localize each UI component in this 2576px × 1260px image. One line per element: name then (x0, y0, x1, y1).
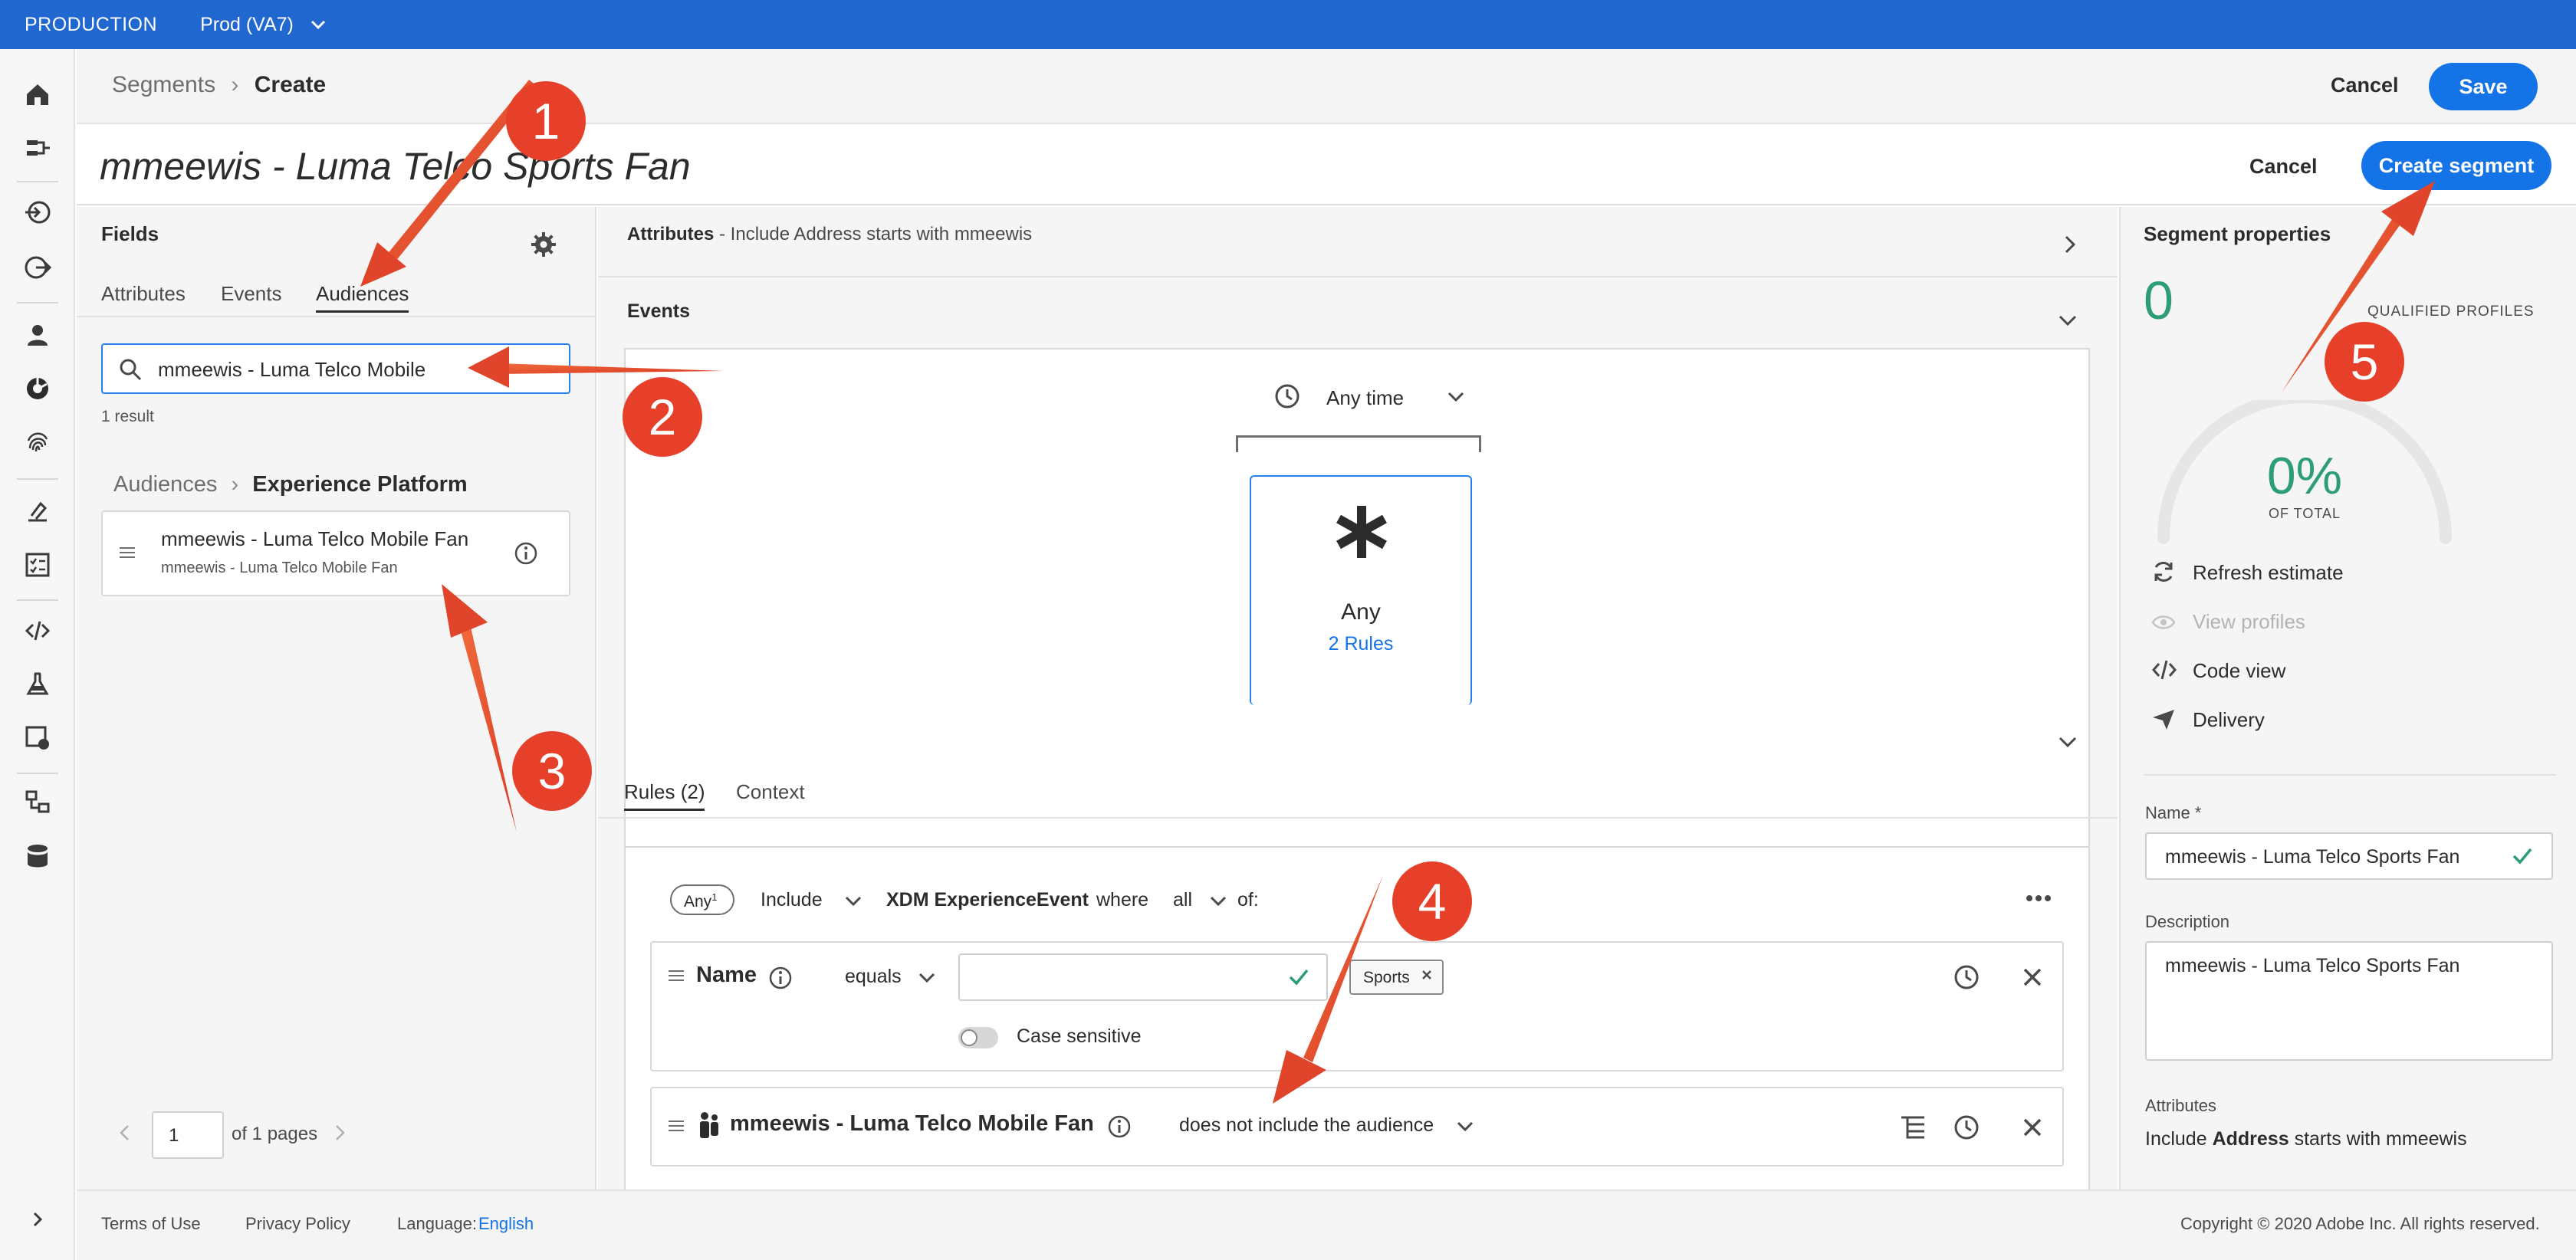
callout-5: 5 (2325, 322, 2404, 402)
arrowhead-4 (1273, 1050, 1326, 1104)
arrow-4 (1303, 875, 1383, 1062)
arrow-2 (498, 363, 724, 374)
callout-1: 1 (506, 81, 586, 161)
annotation-arrows (360, 80, 2435, 1104)
arrow-3 (460, 627, 517, 832)
arrowhead-2 (468, 346, 509, 388)
callout-3: 3 (512, 731, 592, 811)
arrowhead-3 (442, 584, 488, 638)
callout-2: 2 (623, 377, 702, 457)
callout-4: 4 (1392, 861, 1472, 941)
